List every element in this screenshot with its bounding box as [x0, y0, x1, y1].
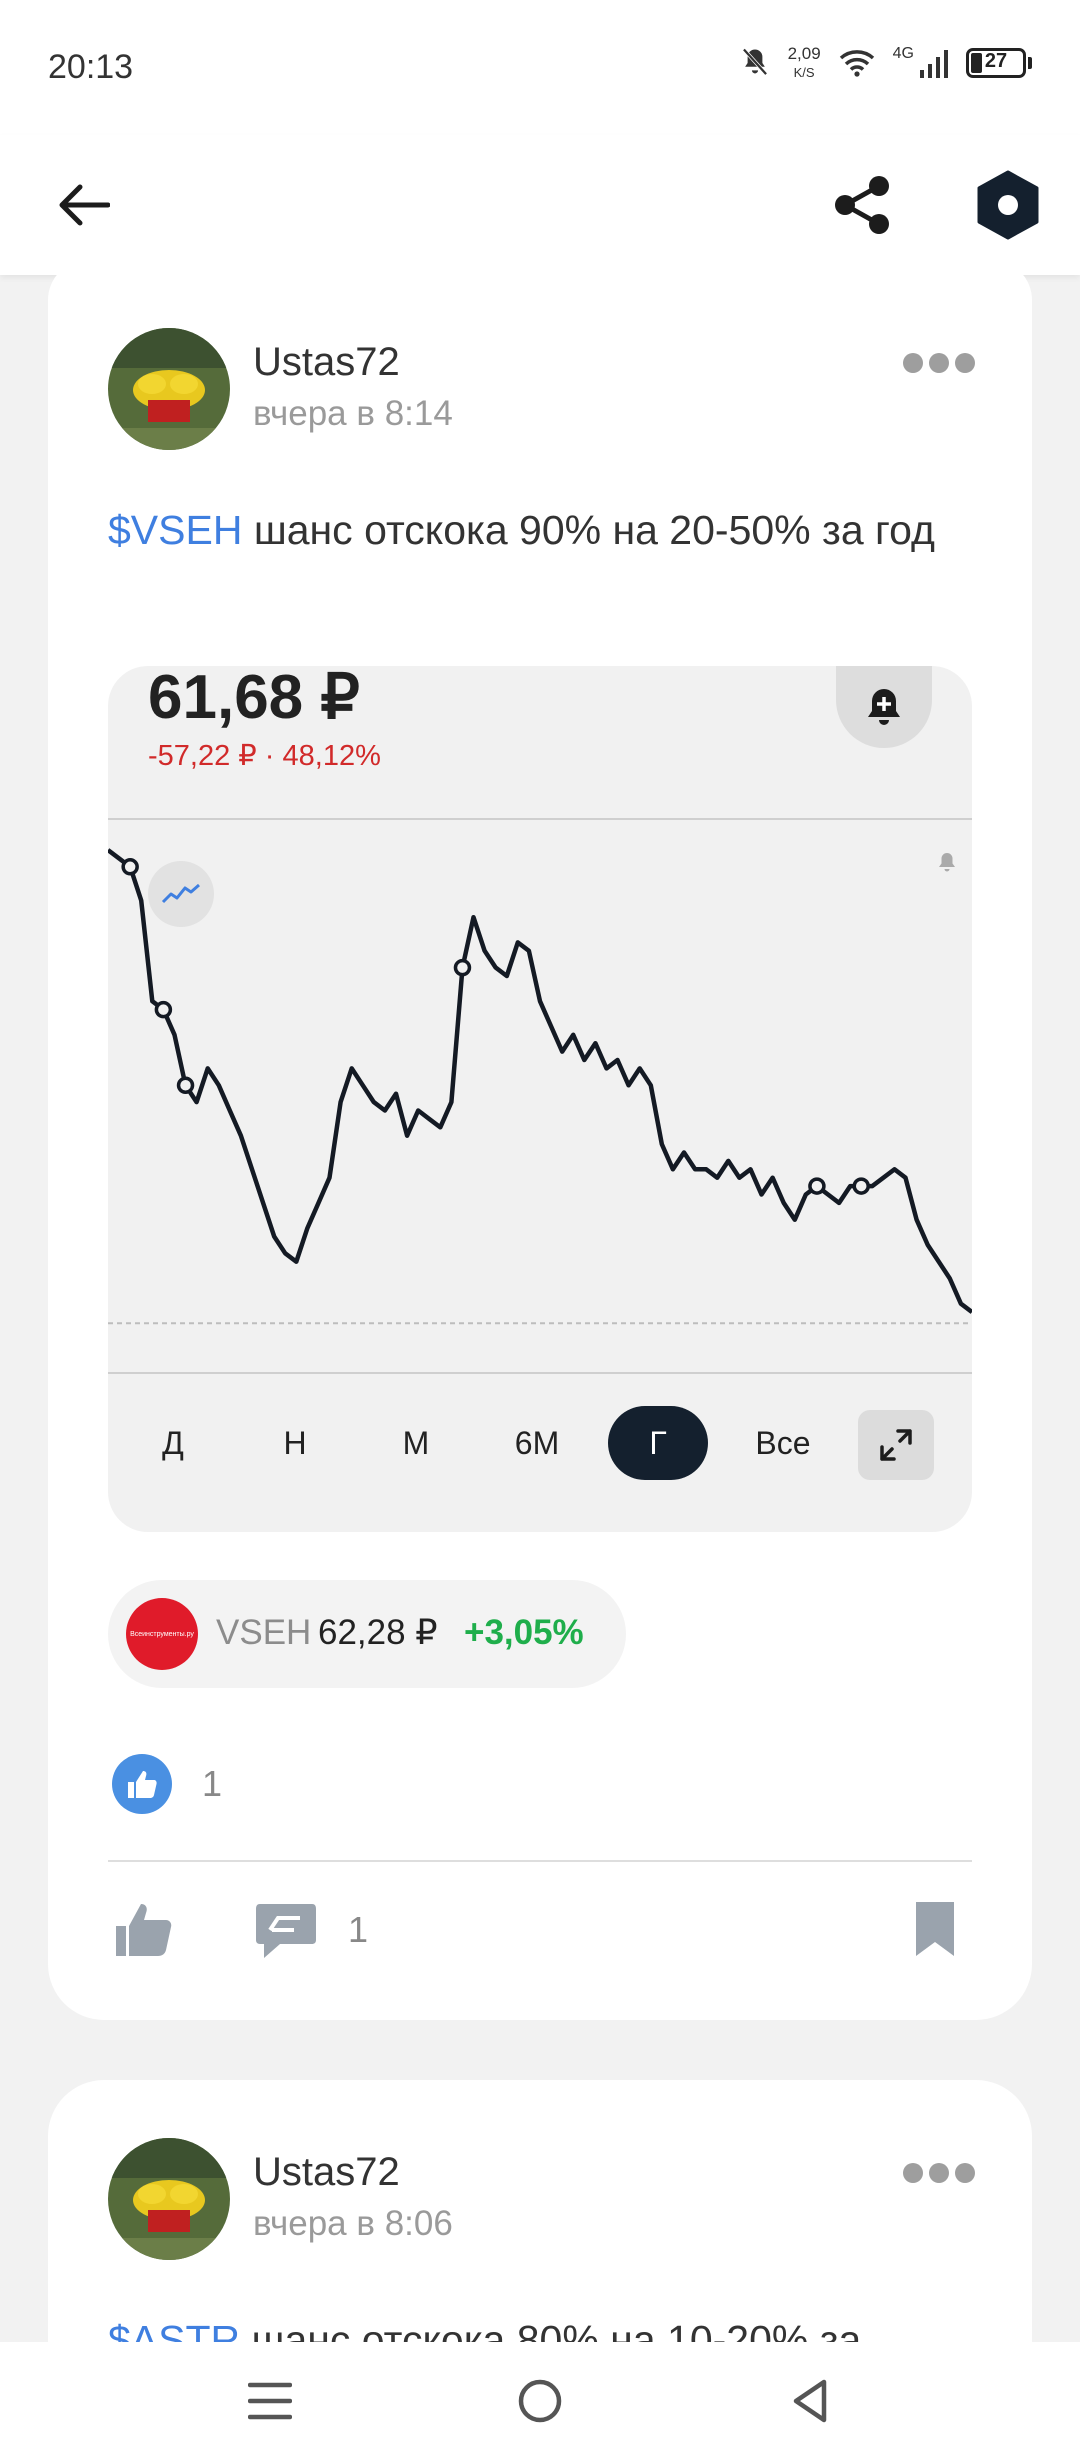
- more-options-button[interactable]: [903, 2163, 975, 2183]
- post-author[interactable]: Ustas72: [253, 2150, 400, 2195]
- ticker-symbol: VSEH: [216, 1613, 312, 1652]
- period-6month[interactable]: 6М: [497, 1406, 577, 1480]
- bookmark-button[interactable]: [914, 1900, 956, 1958]
- triangle-back-icon: [793, 2379, 827, 2423]
- circle-home-icon: [518, 2379, 562, 2423]
- system-nav-bar: [0, 2342, 1080, 2460]
- dot-icon: [929, 353, 949, 373]
- current-price: 61,68 ₽: [148, 666, 360, 732]
- add-alert-button[interactable]: [836, 666, 932, 748]
- network-type-label: 4G: [892, 45, 914, 62]
- expand-icon: [880, 1429, 912, 1461]
- post-author[interactable]: Ustas72: [253, 340, 400, 385]
- post-text-body: шанс отскока 90% на 20-50% за год: [242, 507, 935, 553]
- dot-icon: [955, 353, 975, 373]
- like-button[interactable]: [114, 1900, 174, 1958]
- period-day[interactable]: Д: [133, 1406, 213, 1480]
- period-selector: Д Н М 6М Г Все: [108, 1406, 972, 1480]
- price-line: [108, 848, 972, 1314]
- back-button[interactable]: [34, 135, 134, 275]
- net-speed-value: 2,09: [787, 44, 821, 63]
- wifi-icon: [839, 50, 874, 77]
- comments-count: 1: [348, 1909, 369, 1950]
- post-timestamp: вчера в 8:06: [253, 2204, 453, 2243]
- expand-chart-button[interactable]: [858, 1410, 934, 1480]
- price-change: -57,22 ₽ · 48,12%: [148, 740, 381, 772]
- likes-count: 1: [202, 1763, 223, 1804]
- ticker-change: +3,05%: [464, 1613, 584, 1652]
- bell-plus-icon: [868, 689, 900, 725]
- comments-button[interactable]: 1: [254, 1900, 368, 1960]
- price-line-chart: [108, 848, 972, 1325]
- chart-bottom-divider: [108, 1372, 972, 1374]
- period-month[interactable]: М: [376, 1406, 456, 1480]
- signal-icon: [920, 50, 948, 78]
- avatar-flowers-image: [108, 2138, 230, 2260]
- period-all[interactable]: Все: [738, 1406, 828, 1480]
- post-text: $VSEH шанс отскока 90% на 20-50% за год: [108, 502, 988, 559]
- avatar[interactable]: [108, 328, 230, 450]
- avatar-flowers-image: [108, 328, 230, 450]
- period-week[interactable]: Н: [255, 1406, 335, 1480]
- status-bar: 20:13 2,09 K/S 4G 27: [0, 0, 1080, 135]
- period-year[interactable]: Г: [608, 1406, 708, 1480]
- company-logo-text: Всеинструменты.ру: [130, 1630, 194, 1638]
- bookmark-icon: [916, 1902, 954, 1956]
- app-top-bar: [0, 135, 1080, 275]
- ticker-link[interactable]: $VSEH: [108, 507, 242, 553]
- bell-muted-icon: [742, 48, 768, 76]
- dot-icon: [903, 353, 923, 373]
- settings-button[interactable]: [958, 135, 1058, 275]
- back-nav-button[interactable]: [750, 2342, 870, 2460]
- ticker-pill[interactable]: Всеинструменты.ру VSEH 62,28 ₽ +3,05%: [108, 1580, 626, 1688]
- price-chart-widget[interactable]: 61,68 ₽ -57,22 ₽ · 48,12% Д Н М 6М Г Все: [108, 666, 972, 1532]
- dot-icon: [903, 2163, 923, 2183]
- ticker-price: 62,28 ₽: [318, 1613, 438, 1652]
- net-speed-unit: K/S: [793, 65, 815, 80]
- chart-marker: [176, 1076, 195, 1095]
- battery-level: 27: [984, 50, 1008, 72]
- menu-icon: [248, 2382, 292, 2420]
- post-card: Ustas72 вчера в 8:14 $VSEH шанс отскока …: [48, 260, 1032, 2020]
- home-button[interactable]: [480, 2342, 600, 2460]
- more-options-button[interactable]: [903, 353, 975, 373]
- arrow-left-icon: [59, 184, 110, 226]
- company-logo: Всеинструменты.ру: [126, 1598, 198, 1670]
- post-timestamp: вчера в 8:14: [253, 394, 453, 433]
- actions-divider: [108, 1860, 972, 1862]
- chart-marker: [808, 1177, 826, 1195]
- chart-marker: [453, 958, 472, 977]
- hexagon-icon: [977, 170, 1039, 240]
- avatar[interactable]: [108, 2138, 230, 2260]
- recents-button[interactable]: [210, 2342, 330, 2460]
- dot-icon: [929, 2163, 949, 2183]
- thumb-up-icon: [116, 1904, 172, 1956]
- status-icons: 2,09 K/S 4G 27: [740, 44, 1032, 82]
- battery-icon: 27: [966, 48, 1032, 78]
- share-button[interactable]: [812, 135, 912, 275]
- chart-marker: [154, 1000, 173, 1019]
- chart-marker: [852, 1177, 870, 1195]
- share-icon: [835, 176, 889, 234]
- net-speed: 2,09 K/S: [788, 44, 821, 82]
- dot-icon: [955, 2163, 975, 2183]
- comment-icon: [256, 1904, 316, 1958]
- status-time: 20:13: [48, 48, 134, 86]
- chart-marker: [121, 858, 139, 876]
- like-reaction-icon: [112, 1754, 172, 1814]
- reactions-summary[interactable]: 1: [112, 1754, 222, 1814]
